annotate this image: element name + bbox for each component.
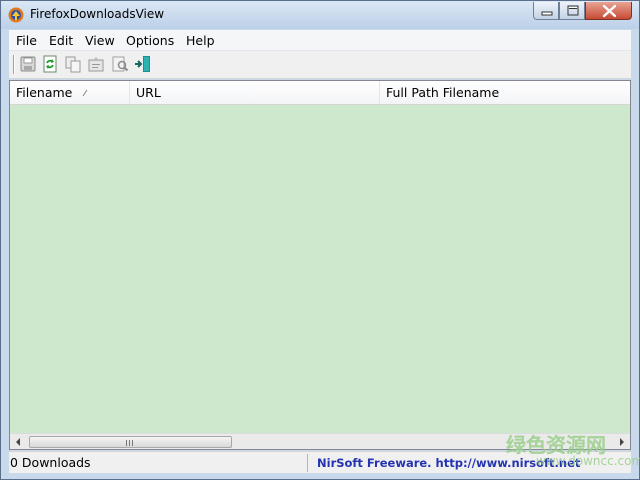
column-header-url[interactable]: URL: [130, 81, 380, 104]
app-icon: [8, 7, 24, 23]
scrollbar-thumb[interactable]: [29, 436, 232, 448]
downloads-list[interactable]: Filename URL Full Path Filename: [9, 80, 631, 450]
menu-view[interactable]: View: [85, 33, 115, 48]
watermark: 绿色资源网 www.downcc.com: [506, 429, 640, 471]
column-header-url-label: URL: [136, 85, 161, 100]
list-body[interactable]: [10, 105, 630, 433]
refresh-icon[interactable]: [41, 55, 59, 73]
menu-help[interactable]: Help: [186, 33, 215, 48]
exit-icon[interactable]: [134, 55, 152, 73]
maximize-icon: [567, 5, 579, 16]
minimize-button[interactable]: [533, 2, 559, 20]
download-count: 0 Downloads: [10, 455, 91, 470]
column-header-filename[interactable]: Filename: [10, 81, 130, 104]
column-header-full-path-label: Full Path Filename: [386, 85, 500, 100]
status-divider: [307, 454, 308, 472]
window-title: FirefoxDownloadsView: [30, 7, 165, 21]
scrollbar-grip: [126, 440, 134, 446]
copy-icon[interactable]: [64, 55, 82, 73]
minimize-icon: [541, 11, 553, 16]
app-window: FirefoxDownloadsView File Edit View Opti…: [0, 0, 640, 480]
menu-bar: File Edit View Options Help: [9, 30, 631, 51]
find-icon[interactable]: [111, 55, 129, 73]
close-button[interactable]: [585, 2, 632, 20]
menu-edit[interactable]: Edit: [49, 33, 73, 48]
maximize-button[interactable]: [559, 2, 585, 20]
menu-options[interactable]: Options: [126, 33, 174, 48]
column-header-full-path[interactable]: Full Path Filename: [380, 81, 630, 104]
properties-icon[interactable]: [87, 55, 105, 73]
sort-indicator-icon: [82, 89, 88, 97]
watermark-url-text: www.downcc.com: [536, 454, 640, 468]
scroll-left-arrow-icon[interactable]: [10, 434, 26, 450]
toolbar-grip[interactable]: [13, 55, 15, 74]
column-header-filename-label: Filename: [16, 85, 73, 100]
toolbar: [9, 51, 631, 79]
close-icon: [602, 4, 617, 18]
title-bar[interactable]: FirefoxDownloadsView: [1, 1, 639, 29]
save-icon[interactable]: [19, 55, 37, 73]
menu-file[interactable]: File: [16, 33, 37, 48]
list-header: Filename URL Full Path Filename: [10, 81, 630, 105]
